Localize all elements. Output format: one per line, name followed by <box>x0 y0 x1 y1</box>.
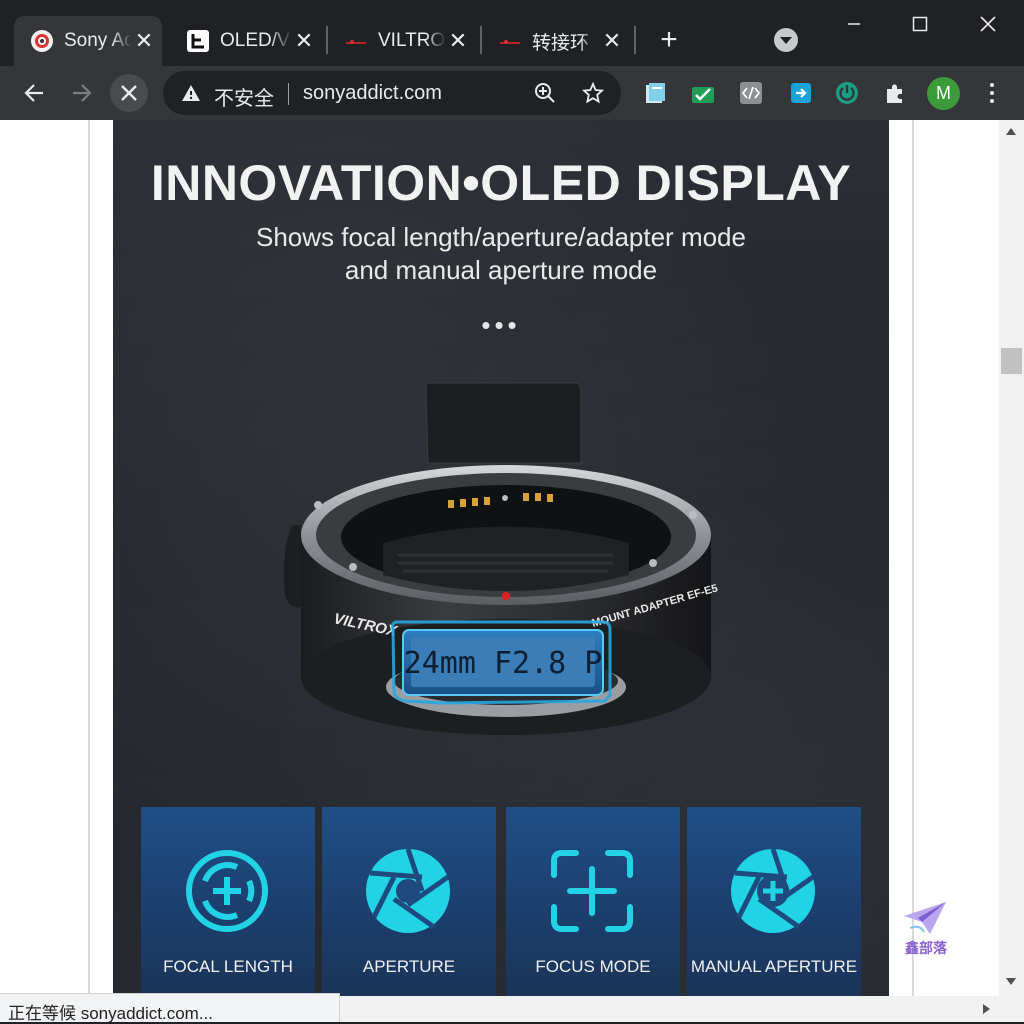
page-viewport: INNOVATION•OLED DISPLAY Shows focal leng… <box>0 120 999 996</box>
scrollbar-thumb[interactable] <box>1001 348 1022 374</box>
focal-length-icon <box>186 850 268 932</box>
poster-subtitle-line2: and manual aperture mode <box>344 255 658 285</box>
maximize-icon[interactable] <box>902 6 938 42</box>
profile-avatar[interactable]: M <box>927 77 960 110</box>
puzzle-extensions-icon[interactable] <box>882 80 908 106</box>
lcd-readout: 24mm F2.8 P <box>404 646 603 681</box>
focus-mode-icon <box>551 850 633 932</box>
tab-title: Sony Addict <box>64 30 132 51</box>
viltrox-favicon <box>498 29 522 53</box>
scroll-down-arrow-icon[interactable] <box>1006 978 1016 985</box>
forward-button[interactable] <box>63 74 101 112</box>
close-tab-icon[interactable]: ✕ <box>292 28 316 53</box>
notes-extension-icon[interactable] <box>642 80 668 106</box>
poster-headline: INNOVATION•OLED DISPLAY <box>150 155 852 211</box>
feature-cards: FOCAL LENGTH APERTURE FOCUS MODE MANUAL … <box>141 807 861 996</box>
aperture-icon <box>366 848 450 933</box>
tab-strip: Sony Addict ✕ OLED/VILTROX ✕ VILTROX ✕ 转… <box>0 0 1024 66</box>
tab-title: 转接环 <box>532 32 590 54</box>
viltrox-favicon <box>344 29 368 53</box>
vertical-scrollbar[interactable] <box>999 120 1024 996</box>
browser-toolbar: 不安全 sonyaddict.com M <box>0 66 1024 120</box>
power-extension-icon[interactable] <box>834 80 860 106</box>
browser-menu-icon[interactable] <box>980 80 1004 106</box>
watermark-text: 鑫部落 <box>905 940 947 956</box>
scroll-right-arrow-icon[interactable] <box>983 1004 990 1014</box>
security-label[interactable]: 不安全 <box>214 82 274 111</box>
feature-card-aperture: APERTURE <box>322 807 496 996</box>
divider <box>288 83 289 105</box>
warning-icon[interactable] <box>181 83 201 108</box>
paper-plane-icon <box>904 902 946 934</box>
scroll-up-arrow-icon[interactable] <box>1006 128 1016 135</box>
tab-search-icon[interactable] <box>774 28 798 52</box>
manual-aperture-icon <box>731 848 815 933</box>
close-tab-icon[interactable]: ✕ <box>600 28 624 53</box>
tab-separator <box>634 26 636 54</box>
tab-viltrox[interactable]: VILTROX ✕ <box>332 16 476 66</box>
minimize-icon[interactable] <box>836 6 872 42</box>
close-tab-icon[interactable]: ✕ <box>132 28 156 53</box>
close-tab-icon[interactable]: ✕ <box>446 28 470 53</box>
poster-subtitle-line1: Shows focal length/aperture/adapter mode <box>256 222 746 252</box>
url-text[interactable]: sonyaddict.com <box>303 82 442 105</box>
feature-label: APERTURE <box>362 957 456 976</box>
bookmark-star-icon[interactable] <box>581 81 605 110</box>
status-bubble: 正在等候 sonyaddict.com... <box>0 993 340 1023</box>
stop-loading-button[interactable] <box>110 74 148 112</box>
watermark-logo: 鑫部落 <box>900 898 960 958</box>
feature-label: MANUAL APERTURE <box>690 957 858 976</box>
tab-title: VILTROX <box>378 30 446 51</box>
mail-check-extension-icon[interactable] <box>690 80 716 106</box>
letter-e-favicon <box>186 29 210 53</box>
code-extension-icon[interactable] <box>738 80 764 106</box>
new-tab-button[interactable]: + <box>652 24 686 58</box>
save-page-extension-icon[interactable] <box>788 80 814 106</box>
feature-card-focal-length: FOCAL LENGTH <box>141 807 315 996</box>
close-window-icon[interactable] <box>970 6 1006 42</box>
mount-adapter-image: VILTROX MOUNT ADAPTER EF-E5 24mm F2.8 P <box>284 382 719 735</box>
sony-addict-favicon <box>30 29 54 53</box>
tab-adapter-ring[interactable]: 转接环 ✕ <box>486 16 630 66</box>
feature-card-focus-mode: FOCUS MODE <box>506 807 680 996</box>
tab-separator <box>326 26 328 54</box>
tab-separator <box>480 26 482 54</box>
back-button[interactable] <box>15 74 53 112</box>
feature-label: FOCAL LENGTH <box>163 957 293 976</box>
tab-sony-addict[interactable]: Sony Addict ✕ <box>14 16 162 66</box>
product-poster: INNOVATION•OLED DISPLAY Shows focal leng… <box>113 120 889 996</box>
dots-separator: ••• <box>481 310 521 340</box>
zoom-icon[interactable] <box>533 81 557 110</box>
feature-label: FOCUS MODE <box>535 957 651 976</box>
tab-title: OLED/VILTROX <box>220 30 292 51</box>
address-bar[interactable]: 不安全 sonyaddict.com <box>163 71 621 115</box>
feature-card-manual-aperture: MANUAL APERTURE <box>687 807 861 996</box>
tab-oled[interactable]: OLED/VILTROX ✕ <box>174 16 322 66</box>
